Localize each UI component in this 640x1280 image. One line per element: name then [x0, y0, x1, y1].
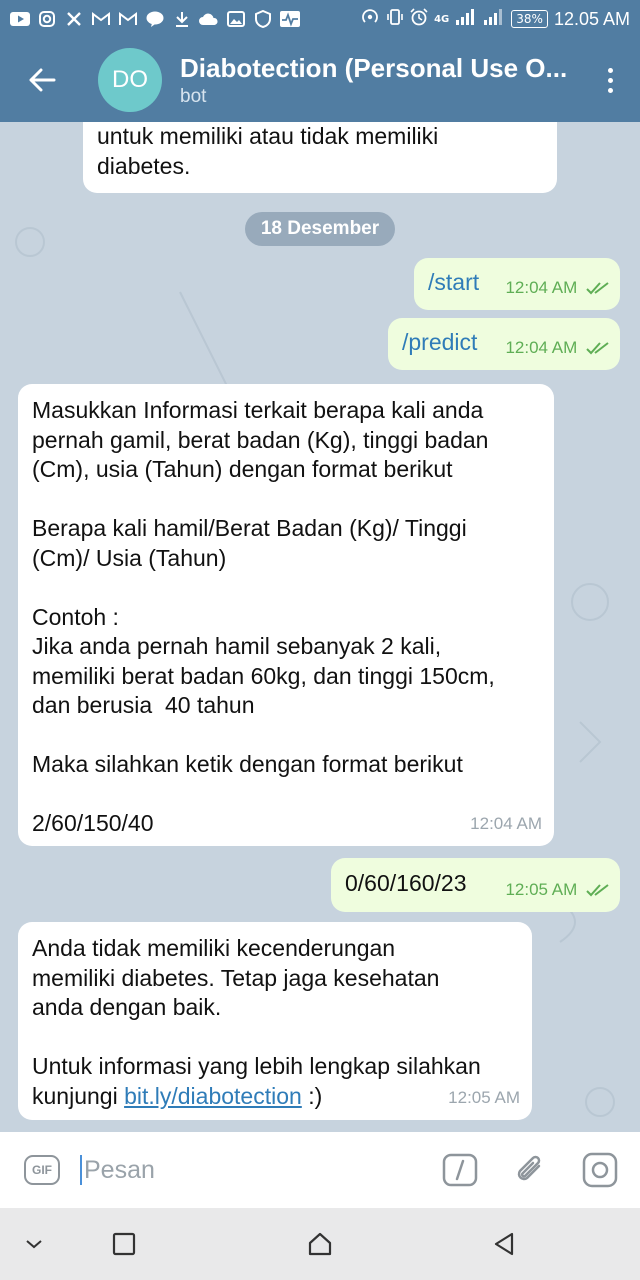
message-text: 0/60/160/23: [345, 870, 467, 896]
gif-button[interactable]: GIF: [24, 1155, 60, 1185]
chat-header: DO Diabotection (Personal Use O... bot: [0, 38, 640, 122]
gallery-icon: [226, 11, 246, 27]
signal-icon: [483, 9, 505, 29]
battery-indicator: 38%: [511, 10, 548, 28]
slash-command-icon: [442, 1153, 478, 1187]
notification-icons: [10, 10, 300, 28]
message-time: 12:04 AM: [470, 813, 542, 833]
camera-button[interactable]: [580, 1150, 620, 1190]
x-icon: [64, 11, 84, 27]
message-bubble-incoming[interactable]: untuk memiliki atau tidak memiliki diabe…: [83, 122, 557, 193]
chevron-down-icon: [26, 1240, 42, 1249]
alarm-icon: [410, 8, 428, 30]
status-bar: 4G 38% 12.05 AM: [0, 0, 640, 38]
square-icon: [112, 1232, 136, 1256]
message-text: Masukkan Informasi terkait berapa kali a…: [32, 397, 495, 836]
message-input-wrapper[interactable]: [80, 1148, 440, 1192]
message-composer: GIF: [0, 1132, 640, 1208]
command-text[interactable]: /start: [428, 269, 479, 295]
dot: [607, 77, 613, 83]
message-text: untuk memiliki atau tidak memiliki diabe…: [97, 123, 439, 179]
text-caret: [80, 1155, 82, 1185]
gmail-icon: [118, 11, 138, 27]
chat-area[interactable]: untuk memiliki atau tidak memiliki diabe…: [0, 122, 640, 1132]
vibrate-icon: [386, 8, 404, 30]
download-icon: [172, 11, 192, 27]
message-bubble-outgoing[interactable]: /predict 12:04 AM: [388, 318, 620, 370]
dot: [607, 87, 613, 93]
gmail-icon: [91, 11, 111, 27]
line-icon: [145, 11, 165, 27]
message-time: 12:05 AM: [505, 879, 578, 899]
signal-icon: [455, 9, 477, 29]
cloud-icon: [199, 11, 219, 27]
message-time-row: 12:05 AM: [505, 875, 610, 905]
bot-command-button[interactable]: [440, 1150, 480, 1190]
system-indicators: 4G 38% 12.05 AM: [360, 8, 630, 30]
nav-home-button[interactable]: [290, 1208, 350, 1280]
instagram-icon: [37, 11, 57, 27]
message-text: Anda tidak memiliki kecenderungan memili…: [32, 934, 518, 1111]
hotspot-icon: [360, 8, 380, 30]
camera-icon: [582, 1152, 618, 1188]
message-time: 12:04 AM: [505, 337, 578, 357]
message-bubble-outgoing[interactable]: /start 12:04 AM: [414, 258, 620, 310]
chat-title: Diabotection (Personal Use O...: [180, 52, 568, 83]
message-input[interactable]: [84, 1155, 384, 1185]
double-check-icon: [586, 884, 609, 897]
date-separator: 18 Desember: [245, 212, 395, 246]
message-time-row: 12:04 AM: [505, 333, 610, 363]
message-bubble-incoming[interactable]: Anda tidak memiliki kecenderungan memili…: [18, 922, 532, 1120]
chat-subtitle: bot: [180, 85, 207, 107]
message-suffix: :): [301, 1082, 323, 1109]
arrow-left-icon: [29, 68, 56, 92]
dot: [607, 67, 613, 73]
message-bubble-outgoing[interactable]: 0/60/160/23 12:05 AM: [331, 858, 620, 912]
attach-button[interactable]: [510, 1150, 550, 1190]
youtube-icon: [10, 11, 30, 27]
message-link[interactable]: bit.ly/diabotection: [124, 1083, 302, 1109]
home-icon: [308, 1232, 332, 1256]
status-time: 12.05 AM: [553, 8, 630, 29]
chat-title-block[interactable]: Diabotection (Personal Use O... bot: [180, 53, 580, 108]
system-navigation-bar: [0, 1208, 640, 1280]
command-text[interactable]: /predict: [402, 329, 477, 355]
nav-hide-button[interactable]: [4, 1208, 64, 1280]
nav-back-button[interactable]: [474, 1208, 534, 1280]
triangle-back-icon: [494, 1232, 514, 1256]
double-check-icon: [586, 282, 609, 295]
message-time: 12:04 AM: [505, 277, 578, 297]
network-type: 4G: [434, 13, 450, 25]
message-time: 12:05 AM: [448, 1087, 520, 1107]
message-time-row: 12:04 AM: [505, 273, 610, 303]
nav-recents-button[interactable]: [94, 1208, 154, 1280]
shield-icon: [253, 10, 273, 28]
message-bubble-incoming[interactable]: Masukkan Informasi terkait berapa kali a…: [18, 384, 554, 846]
pulse-icon: [280, 11, 300, 27]
avatar[interactable]: DO: [98, 48, 162, 112]
back-button[interactable]: [0, 38, 84, 122]
paperclip-icon: [517, 1155, 541, 1181]
double-check-icon: [586, 342, 609, 355]
more-menu-button[interactable]: [580, 38, 640, 122]
